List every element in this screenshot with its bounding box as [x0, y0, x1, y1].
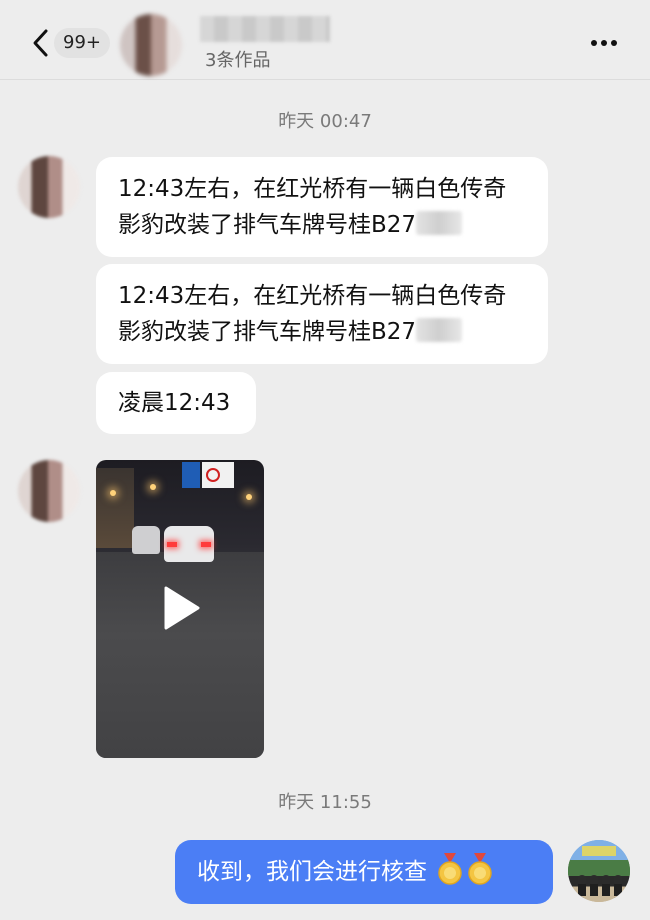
more-button[interactable] [586, 30, 622, 54]
contact-avatar[interactable] [120, 14, 182, 76]
redacted-plate [416, 318, 463, 342]
video-thumbnail-road [96, 552, 264, 758]
contact-name-redacted [200, 16, 330, 42]
back-button[interactable] [28, 26, 54, 60]
chat-header: 99+ 3条作品 [0, 0, 650, 80]
timestamp: 昨天 00:47 [278, 111, 372, 132]
my-avatar[interactable] [568, 840, 630, 902]
street-light [150, 484, 156, 490]
medal-emoji-icon [436, 848, 464, 885]
redacted-plate [416, 211, 463, 235]
more-dots-icon [589, 27, 619, 57]
unread-badge: 99+ [54, 28, 110, 58]
outgoing-message-bubble[interactable]: 收到，我们会进行核查 [175, 840, 553, 904]
street-light [246, 494, 252, 500]
group-photo-avatar-icon [568, 840, 630, 902]
contact-works-count[interactable]: 3条作品 [205, 46, 270, 72]
video-thumbnail-sign [202, 462, 234, 488]
play-icon [164, 586, 200, 630]
video-thumbnail-sign [182, 462, 200, 488]
message-bubble[interactable]: 12:43左右，在红光桥有一辆白色传奇影豹改装了排气车牌号桂B27 [96, 157, 548, 257]
sender-avatar[interactable] [18, 156, 80, 218]
message-bubble[interactable]: 凌晨12:43 [96, 372, 256, 434]
video-thumbnail-building [96, 468, 134, 548]
message-bubble[interactable]: 12:43左右，在红光桥有一辆白色传奇影豹改装了排气车牌号桂B27 [96, 264, 548, 364]
video-thumbnail-car [164, 526, 214, 562]
chevron-left-icon [33, 29, 48, 57]
play-button[interactable] [162, 586, 200, 630]
video-thumbnail-car [132, 526, 160, 554]
message-text: 凌晨12:43 [118, 390, 231, 416]
message-text: 收到，我们会进行核查 [197, 859, 427, 885]
sender-avatar[interactable] [18, 460, 80, 522]
street-light [110, 490, 116, 496]
video-message[interactable] [96, 460, 264, 758]
medal-emoji-icon [466, 848, 494, 885]
timestamp: 昨天 11:55 [278, 792, 372, 813]
